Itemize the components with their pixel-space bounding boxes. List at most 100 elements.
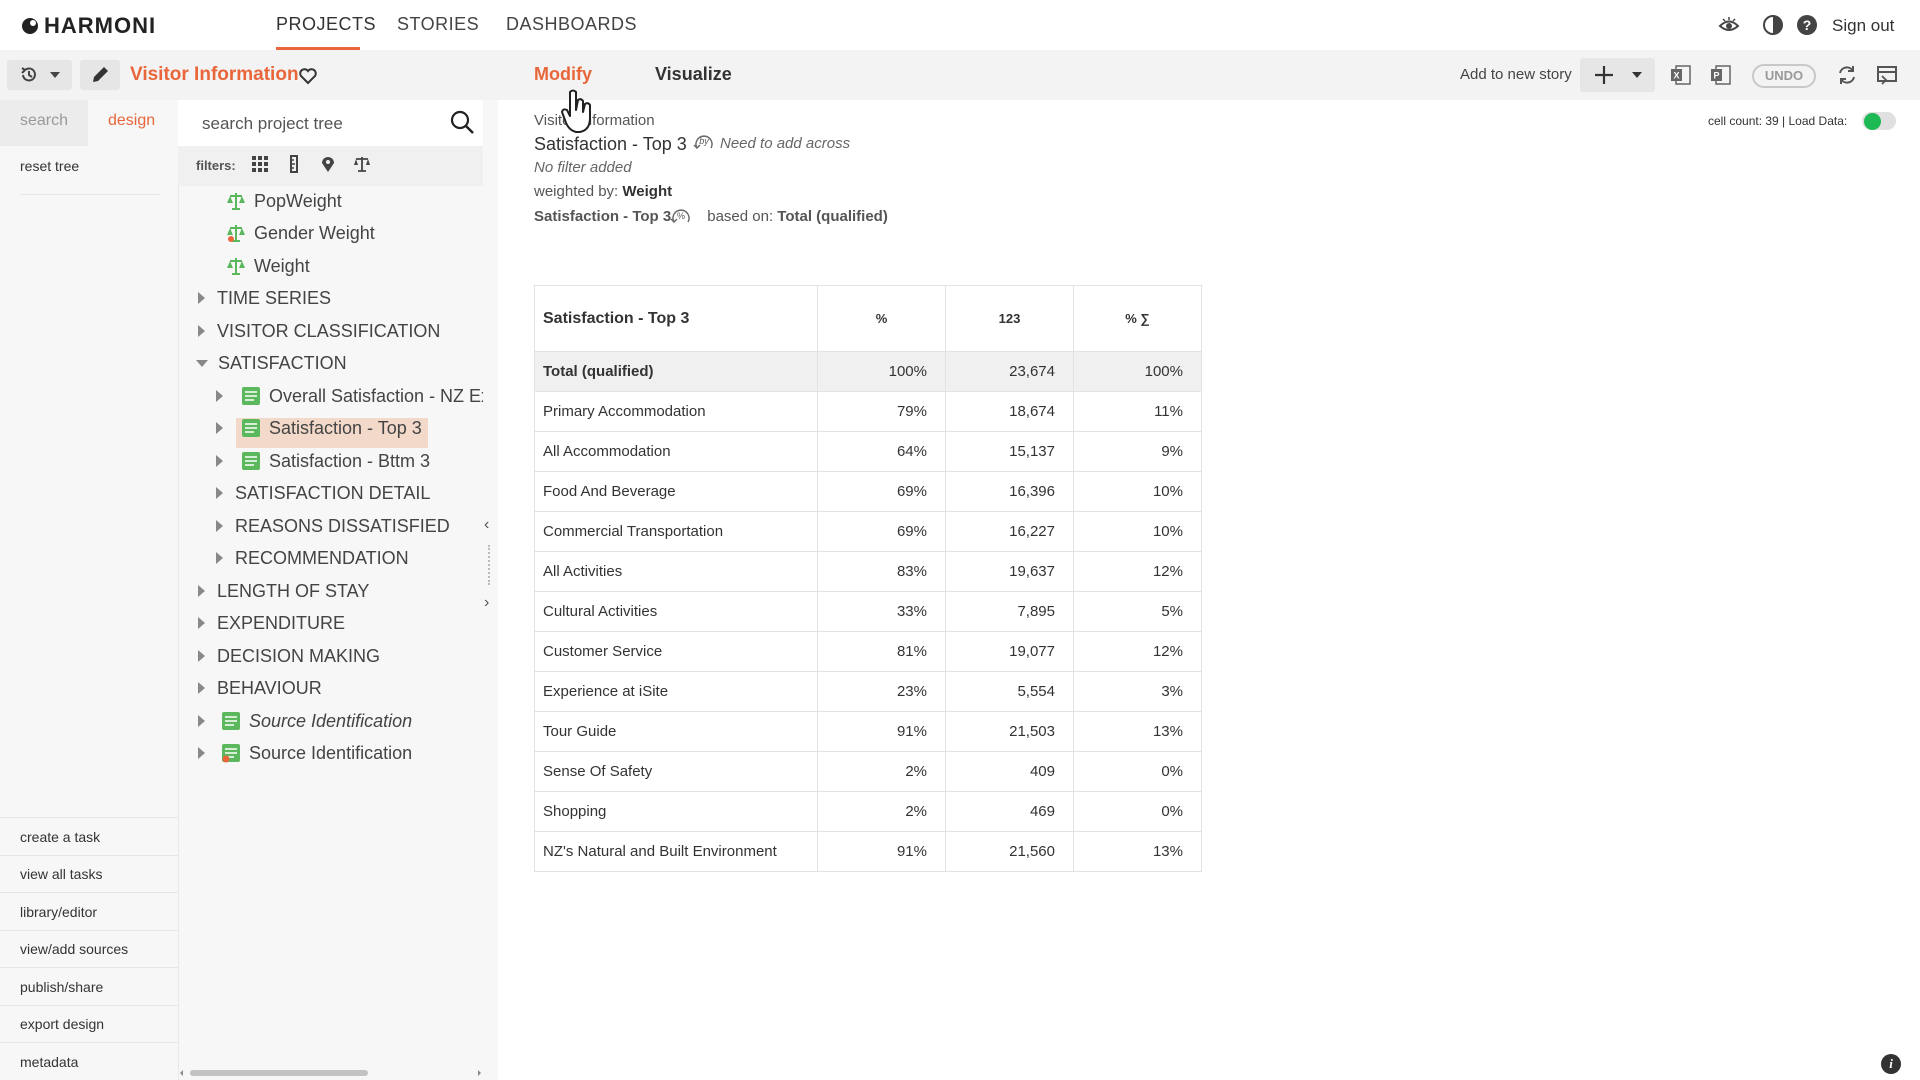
tree-item-length-of-stay[interactable]: LENGTH OF STAY xyxy=(198,576,369,606)
table-cell: 33% xyxy=(817,591,946,632)
expand-arrow-icon[interactable] xyxy=(198,617,205,629)
tree-item-satisfaction-bttm3[interactable]: Satisfaction - Bttm 3 xyxy=(216,446,430,476)
expand-arrow-icon[interactable] xyxy=(198,650,205,662)
tree-item-overall-satisfaction[interactable]: Overall Satisfaction - NZ Ex xyxy=(216,381,483,411)
scrollbar-thumb[interactable] xyxy=(190,1070,368,1076)
search-icon[interactable] xyxy=(449,109,475,135)
nav-dashboards[interactable]: DASHBOARDS xyxy=(506,14,637,35)
location-filter-icon[interactable] xyxy=(319,155,337,173)
expand-arrow-icon[interactable] xyxy=(198,682,205,694)
tab-visualize[interactable]: Visualize xyxy=(655,64,732,85)
expand-arrow-icon[interactable] xyxy=(216,422,223,434)
help-icon[interactable]: ? xyxy=(1796,14,1818,36)
tree-item-satisfaction[interactable]: SATISFACTION xyxy=(196,348,347,378)
excel-export-icon[interactable]: X xyxy=(1670,64,1692,86)
expand-arrow-icon[interactable] xyxy=(216,487,223,499)
export-design-link[interactable]: export design xyxy=(20,1016,104,1032)
view-add-sources-link[interactable]: view/add sources xyxy=(20,941,128,957)
expand-arrow-icon[interactable] xyxy=(198,585,205,597)
expand-arrow-icon[interactable] xyxy=(216,390,223,402)
expand-arrow-icon[interactable] xyxy=(216,455,223,467)
by-icon[interactable]: by xyxy=(692,130,716,154)
sign-out-link[interactable]: Sign out xyxy=(1832,16,1894,36)
nav-projects[interactable]: PROJECTS xyxy=(276,14,376,35)
nav-stories[interactable]: STORIES xyxy=(397,14,479,35)
project-name[interactable]: Visitor Information xyxy=(130,64,299,86)
add-to-story-button[interactable] xyxy=(1580,58,1655,92)
tree-item-visitor-classification[interactable]: VISITOR CLASSIFICATION xyxy=(198,316,440,346)
tab-modify[interactable]: Modify xyxy=(534,64,592,85)
row-label[interactable]: Customer Service xyxy=(534,631,818,672)
library-editor-link[interactable]: library/editor xyxy=(20,904,97,920)
collapse-panel-icon[interactable]: ‹ xyxy=(484,516,489,534)
view-all-tasks-link[interactable]: view all tasks xyxy=(20,866,102,882)
ruler-filter-icon[interactable] xyxy=(285,155,303,173)
tab-design[interactable]: design xyxy=(88,100,178,146)
row-label[interactable]: Tour Guide xyxy=(534,711,818,752)
heart-icon[interactable] xyxy=(298,66,318,86)
load-data-toggle-knob[interactable] xyxy=(1864,113,1881,130)
tree-item-source-identification-italic[interactable]: Source Identification xyxy=(198,706,412,736)
window-icon[interactable] xyxy=(1876,64,1898,86)
expand-arrow-icon[interactable] xyxy=(198,292,205,304)
row-label[interactable]: All Activities xyxy=(534,551,818,592)
row-label[interactable]: Primary Accommodation xyxy=(534,391,818,432)
tree-item-time-series[interactable]: TIME SERIES xyxy=(198,283,331,313)
tree-item-satisfaction-detail[interactable]: SATISFACTION DETAIL xyxy=(216,478,430,508)
based-on-value[interactable]: Total (qualified) xyxy=(777,208,888,225)
table-header-percent[interactable]: % xyxy=(817,285,946,352)
row-label[interactable]: Experience at iSite xyxy=(534,671,818,712)
panel-resize-handle[interactable] xyxy=(488,545,492,585)
tree-item-satisfaction-top3[interactable]: Satisfaction - Top 3 xyxy=(216,413,422,443)
tree-item-decision-making[interactable]: DECISION MAKING xyxy=(198,641,380,671)
across-hint[interactable]: Need to add across xyxy=(720,135,850,152)
filter-status[interactable]: No filter added xyxy=(534,159,632,176)
tree-item-expenditure[interactable]: EXPENDITURE xyxy=(198,608,345,638)
grid-filter-icon[interactable] xyxy=(251,155,269,173)
tree-item-popweight[interactable]: PopWeight xyxy=(226,186,342,216)
tree-item-recommendation[interactable]: RECOMMENDATION xyxy=(216,543,409,573)
tree-item-source-identification[interactable]: Source Identification xyxy=(198,738,412,768)
undo-button[interactable]: UNDO xyxy=(1752,64,1816,88)
reset-tree-link[interactable]: reset tree xyxy=(20,158,79,174)
harmoni-logo[interactable]: HARMONI xyxy=(20,13,156,39)
row-label[interactable]: Shopping xyxy=(534,791,818,832)
row-label[interactable]: NZ's Natural and Built Environment xyxy=(534,831,818,872)
history-button[interactable] xyxy=(7,60,72,90)
tab-search[interactable]: search xyxy=(0,100,88,146)
weighted-by-value[interactable]: Weight xyxy=(622,183,672,200)
publish-share-link[interactable]: publish/share xyxy=(20,979,103,995)
scale-filter-icon[interactable] xyxy=(353,155,371,173)
tree-item-behaviour[interactable]: BEHAVIOUR xyxy=(198,673,322,703)
expand-arrow-icon[interactable] xyxy=(198,747,205,759)
contrast-icon[interactable] xyxy=(1762,14,1784,36)
table-header-count[interactable]: 123 xyxy=(945,285,1074,352)
percent-icon[interactable]: % xyxy=(669,204,693,228)
expand-arrow-icon[interactable] xyxy=(198,715,205,727)
tree-item-reasons-dissatisfied[interactable]: REASONS DISSATISFIED xyxy=(216,511,450,541)
collapse-arrow-icon[interactable] xyxy=(196,359,208,367)
row-label[interactable]: Food And Beverage xyxy=(534,471,818,512)
expand-arrow-icon[interactable] xyxy=(216,552,223,564)
expand-panel-icon[interactable]: › xyxy=(484,594,489,612)
expand-arrow-icon[interactable] xyxy=(198,325,205,337)
eye-icon[interactable] xyxy=(1718,14,1740,36)
add-to-new-story-label[interactable]: Add to new story xyxy=(1460,66,1572,83)
edit-button[interactable] xyxy=(80,60,120,90)
row-label[interactable]: Commercial Transportation xyxy=(534,511,818,552)
row-label[interactable]: All Accommodation xyxy=(534,431,818,472)
expand-arrow-icon[interactable] xyxy=(216,520,223,532)
create-task-link[interactable]: create a task xyxy=(20,829,100,845)
row-label[interactable]: Total (qualified) xyxy=(534,351,818,392)
info-icon[interactable]: i xyxy=(1881,1054,1901,1074)
tree-search-input[interactable]: search project tree xyxy=(178,100,483,146)
row-label[interactable]: Cultural Activities xyxy=(534,591,818,632)
table-header-percent-sum[interactable]: % ∑ xyxy=(1073,285,1202,352)
refresh-icon[interactable] xyxy=(1836,64,1858,86)
tree-item-weight[interactable]: Weight xyxy=(226,251,310,281)
metadata-link[interactable]: metadata xyxy=(20,1054,78,1070)
table-header-variable[interactable]: Satisfaction - Top 3 xyxy=(534,285,818,352)
tree-item-gender-weight[interactable]: Gender Weight xyxy=(226,218,375,248)
powerpoint-export-icon[interactable]: P xyxy=(1710,64,1732,86)
row-label[interactable]: Sense Of Safety xyxy=(534,751,818,792)
